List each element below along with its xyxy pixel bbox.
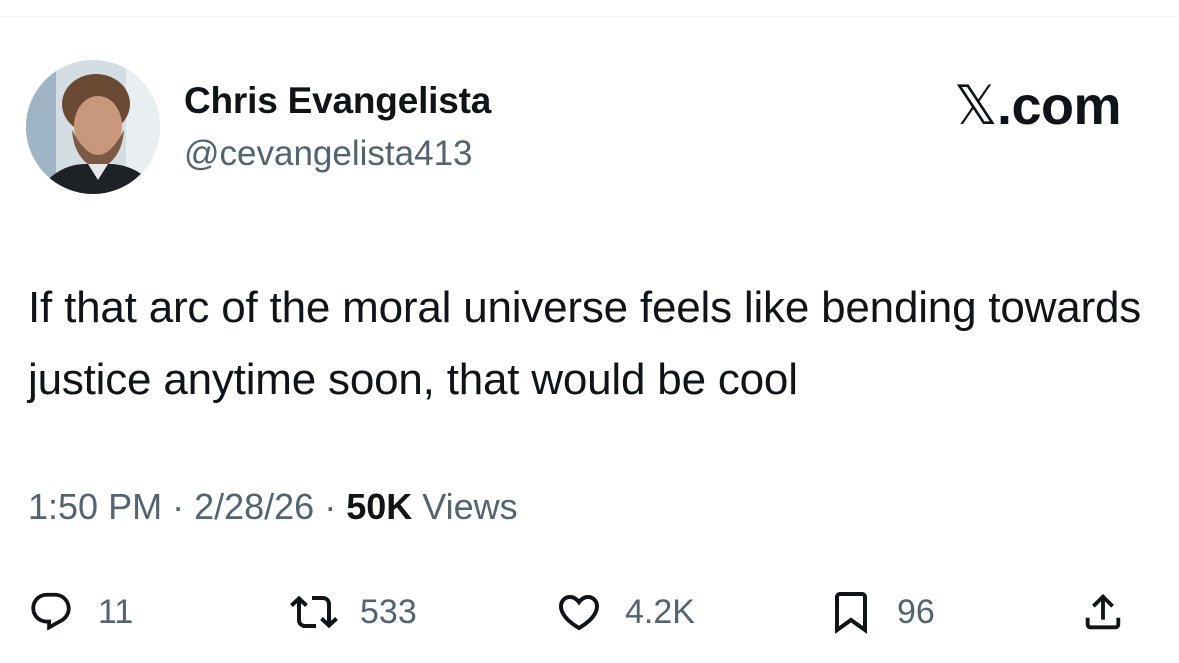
retweet-count: 533: [360, 592, 417, 631]
action-bar: 11 533 4.2K 96: [0, 584, 1179, 640]
tweet-date[interactable]: 2/28/26: [194, 486, 314, 527]
tweet-time[interactable]: 1:50 PM: [28, 486, 162, 527]
avatar[interactable]: [26, 60, 160, 194]
x-com-watermark: 𝕏.com: [953, 74, 1122, 137]
reply-button[interactable]: 11: [28, 584, 133, 640]
tweet-text: If that arc of the moral universe feels …: [28, 283, 1142, 404]
x-logo-icon: 𝕏: [953, 74, 998, 137]
share-button[interactable]: [1080, 584, 1126, 640]
share-icon: [1085, 593, 1121, 630]
meta-separator: ·: [314, 486, 347, 527]
retweet-button[interactable]: 533: [290, 584, 417, 640]
reply-count: 11: [98, 592, 134, 631]
reply-icon: [31, 592, 71, 631]
heart-icon: [558, 595, 600, 631]
brand-suffix: .com: [996, 76, 1122, 136]
tweet-meta: 1:50 PM · 2/28/26 · 50K Views: [28, 486, 518, 528]
views-label: Views: [422, 486, 518, 527]
views-count: 50K: [346, 486, 413, 527]
bookmark-button[interactable]: 96: [827, 584, 935, 640]
top-divider: [0, 16, 1179, 17]
meta-separator: ·: [162, 486, 195, 527]
bookmark-icon: [835, 592, 867, 634]
author-name[interactable]: Chris Evangelista: [184, 80, 491, 122]
bookmark-count: 96: [897, 592, 935, 631]
like-button[interactable]: 4.2K: [555, 584, 695, 640]
retweet-icon: [290, 595, 338, 629]
avatar-photo: [26, 60, 160, 194]
like-count: 4.2K: [625, 592, 695, 631]
author-handle[interactable]: @cevangelista413: [184, 134, 473, 174]
